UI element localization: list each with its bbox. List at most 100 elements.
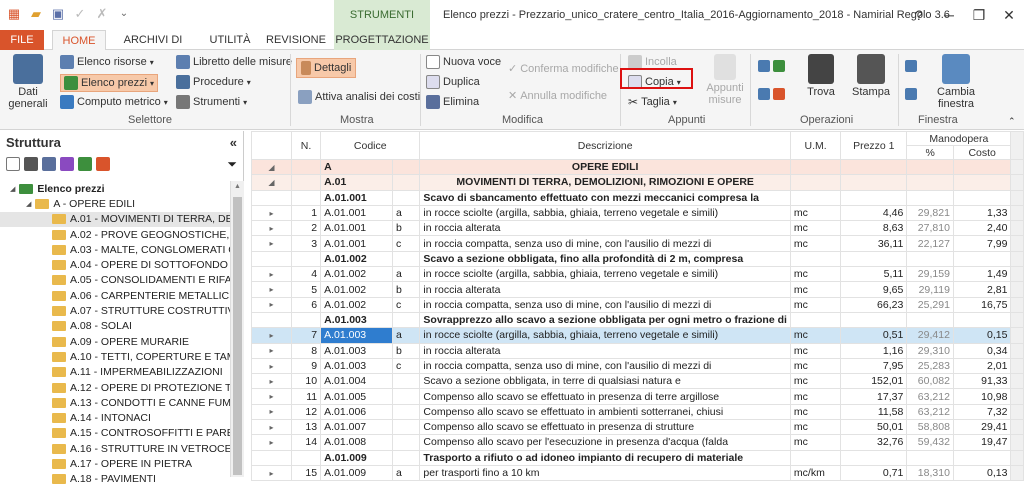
row-expand-icon[interactable]: ▸ — [251, 327, 292, 344]
tree-node-item[interactable]: A.04 - OPERE DI SOTTOFONDO — [0, 257, 230, 272]
cell-prezzo[interactable] — [840, 250, 908, 268]
row-expand-icon[interactable]: ▸ — [251, 434, 292, 451]
table-row[interactable]: ▸ 2 A.01.001 b in roccia alterata mc 8,63 27,81… — [251, 220, 1024, 237]
grid-tools-2[interactable] — [758, 88, 785, 100]
cell-sub[interactable] — [392, 434, 421, 451]
cell-codice[interactable]: A.01.004 — [320, 373, 394, 390]
tree-node-item[interactable]: A.07 - STRUTTURE COSTRUTTIVE I... — [0, 303, 230, 318]
restore-button[interactable]: ❐ — [964, 0, 994, 30]
cell-pct[interactable] — [906, 174, 954, 191]
cell-codice[interactable]: A.01.002 — [320, 250, 394, 268]
row-expand-icon[interactable]: ◢ — [251, 174, 292, 191]
cell-um[interactable]: mc — [789, 357, 842, 375]
tab-revisione[interactable]: REVISIONE — [262, 30, 330, 50]
duplica-button[interactable]: Duplica — [426, 75, 480, 89]
stampa-button[interactable]: Stampa — [850, 54, 892, 98]
expand-arrow-icon[interactable]: ◢ — [10, 185, 15, 193]
cell-costo[interactable]: 10,98 — [952, 388, 1012, 405]
cell-pct[interactable]: 25,291 — [906, 296, 954, 313]
cell-pct[interactable] — [906, 449, 954, 466]
computo-metrico-button[interactable]: Computo metrico ▾ — [60, 95, 168, 109]
cell-codice[interactable]: A.01.003 — [320, 357, 394, 375]
cell-codice[interactable]: A.01.003 — [320, 311, 394, 329]
nuova-voce-button[interactable]: Nuova voce — [426, 55, 501, 69]
cambia-finestra-button[interactable]: Cambia finestra — [928, 54, 984, 110]
collapse-ribbon-icon[interactable]: ⌃ — [1008, 116, 1016, 127]
cell-n[interactable] — [290, 311, 322, 329]
tree-node-item[interactable]: A.05 - CONSOLIDAMENTI E RIFACI... — [0, 273, 230, 288]
cell-pct[interactable]: 63,212 — [906, 388, 954, 405]
cell-codice[interactable]: A.01.009 — [320, 449, 394, 466]
filter-icon[interactable]: ⏷ — [227, 157, 237, 172]
tab-home[interactable]: HOME — [52, 30, 106, 51]
cell-descrizione[interactable]: in roccia compatta, senza uso di mine, c… — [419, 357, 791, 375]
cell-codice[interactable]: A.01.001 — [320, 235, 394, 252]
cell-costo[interactable] — [952, 189, 1012, 206]
cell-sub[interactable]: c — [392, 357, 421, 375]
cell-n[interactable]: 5 — [290, 281, 322, 298]
cell-pct[interactable] — [906, 189, 954, 206]
row-expand-icon[interactable]: ▸ — [251, 204, 292, 222]
cell-pct[interactable]: 59,432 — [906, 434, 954, 451]
cell-n[interactable] — [290, 158, 322, 176]
cell-descrizione[interactable]: MOVIMENTI DI TERRA, DEMOLIZIONI, RIMOZIO… — [419, 174, 791, 191]
cell-n[interactable] — [290, 174, 322, 191]
cell-prezzo[interactable]: 50,01 — [840, 419, 908, 436]
cell-costo[interactable] — [952, 174, 1012, 191]
cell-descrizione[interactable]: Scavo di sbancamento effettuato con mezz… — [419, 189, 791, 206]
cell-n[interactable] — [290, 449, 322, 466]
cell-um[interactable]: mc/km — [789, 464, 842, 482]
cell-sub[interactable]: b — [392, 342, 421, 359]
cell-costo[interactable]: 2,01 — [952, 357, 1012, 375]
cell-costo[interactable]: 0,15 — [952, 327, 1012, 344]
table-row[interactable]: ▸ 10 A.01.004 Scavo a sezione obbligata, in… — [251, 373, 1024, 390]
row-expand-icon[interactable]: ▸ — [251, 403, 292, 421]
strumenti-button[interactable]: Strumenti ▾ — [176, 95, 247, 109]
tree-node-item[interactable]: A.03 - MALTE, CONGLOMERATI CE... — [0, 242, 230, 257]
tree-node-item[interactable]: A.14 - INTONACI — [0, 410, 230, 425]
cell-um[interactable]: mc — [789, 235, 842, 252]
taglia-button[interactable]: ✂ Taglia ▾ — [628, 95, 677, 109]
cell-pct[interactable]: 29,159 — [906, 266, 954, 283]
table-row[interactable]: ▸ 8 A.01.003 b in roccia alterata mc 1,16 29,31… — [251, 342, 1024, 359]
row-expand-icon[interactable]: ▸ — [251, 220, 292, 237]
cell-sub[interactable] — [392, 174, 421, 191]
cell-descrizione[interactable]: Compenso allo scavo se effettuato in pre… — [419, 388, 791, 405]
cell-n[interactable]: 12 — [290, 403, 322, 421]
table-row[interactable]: ▸ 15 A.01.009 a per trasporti fino a 10 km mc… — [251, 464, 1024, 482]
cell-descrizione[interactable]: in roccia compatta, senza uso di mine, c… — [419, 235, 791, 252]
move-down-icon[interactable] — [96, 157, 110, 171]
cell-pct[interactable]: 29,412 — [906, 327, 954, 344]
undo-icon[interactable]: ✗ — [94, 6, 110, 22]
cell-codice[interactable]: A.01.002 — [320, 296, 394, 313]
col-manodopera[interactable]: Manodopera — [906, 131, 1012, 146]
cell-um[interactable]: mc — [789, 204, 842, 222]
delete-icon[interactable] — [24, 157, 38, 171]
cell-n[interactable]: 10 — [290, 373, 322, 390]
cell-descrizione[interactable]: Compenso allo scavo per l'esecuzione in … — [419, 434, 791, 451]
col-prezzo[interactable]: Prezzo 1 — [840, 131, 908, 160]
cell-prezzo[interactable]: 1,16 — [840, 342, 908, 359]
cell-sub[interactable] — [392, 311, 421, 329]
cell-descrizione[interactable]: Sovrapprezzo allo scavo a sezione obblig… — [419, 311, 791, 329]
save-icon[interactable]: ▣ — [50, 6, 66, 22]
tree-node-item[interactable]: A.09 - OPERE MURARIE — [0, 334, 230, 349]
cell-sub[interactable] — [392, 373, 421, 390]
cell-costo[interactable] — [952, 158, 1012, 176]
cell-pct[interactable] — [906, 311, 954, 329]
cell-n[interactable]: 1 — [290, 204, 322, 222]
open-icon[interactable]: ▰ — [28, 6, 44, 22]
cell-pct[interactable]: 58,808 — [906, 419, 954, 436]
cell-um[interactable]: mc — [789, 296, 842, 313]
appunti-misure-button[interactable]: Appunti misure — [702, 54, 748, 106]
cell-codice[interactable]: A.01 — [320, 174, 394, 191]
row-expand-icon[interactable] — [251, 250, 292, 268]
table-row[interactable]: ◢ A.01 MOVIMENTI DI TERRA, DEMOLIZIONI, RI… — [251, 174, 1024, 191]
col-n[interactable]: N. — [290, 131, 322, 160]
cell-descrizione[interactable]: per trasporti fino a 10 km — [419, 464, 791, 482]
cell-costo[interactable]: 2,81 — [952, 281, 1012, 298]
tree-scrollbar[interactable]: ▲ — [230, 181, 244, 477]
cell-prezzo[interactable]: 7,95 — [840, 357, 908, 375]
move-up-icon[interactable] — [78, 157, 92, 171]
cell-costo[interactable]: 0,13 — [952, 464, 1012, 482]
